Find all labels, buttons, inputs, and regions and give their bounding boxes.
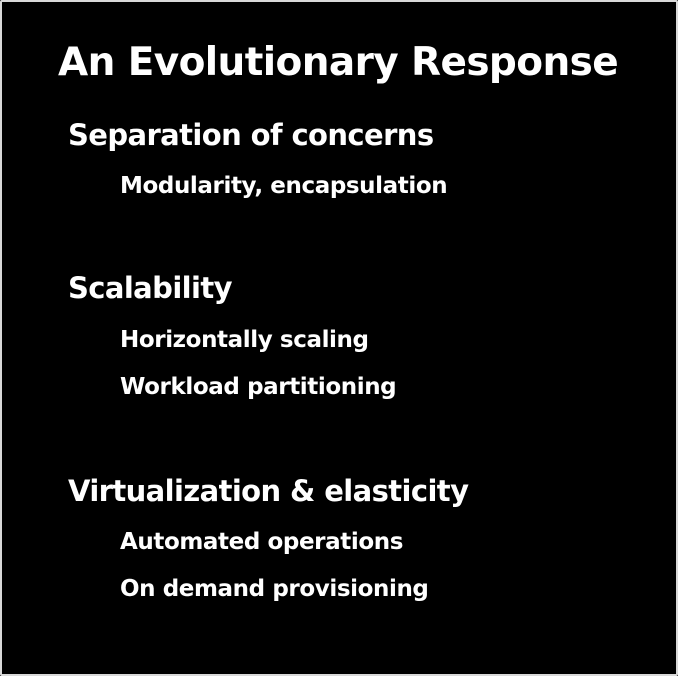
slide-title: An Evolutionary Response — [58, 40, 619, 85]
bullet-on-demand-provisioning: On demand provisioning — [120, 576, 429, 602]
bullet-automated-operations: Automated operations — [120, 529, 403, 555]
presentation-slide: An Evolutionary Response Separation of c… — [0, 0, 678, 676]
bullet-modularity-encapsulation: Modularity, encapsulation — [120, 173, 448, 199]
bullet-workload-partitioning: Workload partitioning — [120, 374, 397, 400]
bullet-horizontally-scaling: Horizontally scaling — [120, 327, 369, 353]
section-heading-virtualization-elasticity: Virtualization & elasticity — [68, 474, 469, 508]
section-heading-separation-of-concerns: Separation of concerns — [68, 118, 434, 152]
section-heading-scalability: Scalability — [68, 271, 233, 305]
